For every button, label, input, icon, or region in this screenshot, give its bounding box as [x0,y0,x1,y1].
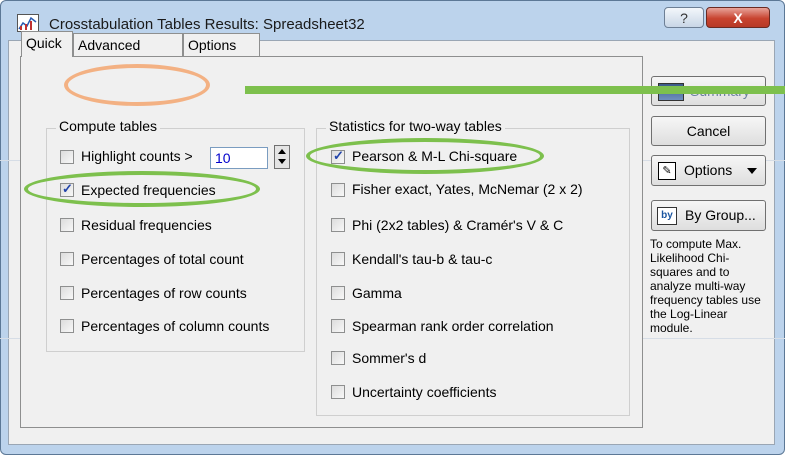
pct-total-label: Percentages of total count [81,251,244,267]
sommers-d-checkbox[interactable] [331,351,345,365]
by-group-button[interactable]: by By Group... [651,200,766,231]
tab-advanced[interactable]: Advanced [73,33,183,56]
fisher-exact-label: Fisher exact, Yates, McNemar (2 x 2) [352,181,583,197]
uncertainty-checkbox[interactable] [331,385,345,399]
fisher-exact-checkbox[interactable] [331,183,345,197]
options-button[interactable]: ✎ Options [651,155,766,186]
uncertainty-label: Uncertainty coefficients [352,384,497,400]
by-group-button-label: By Group... [685,207,756,223]
compute-tables-label: Compute tables [56,118,161,134]
tab-quick[interactable]: Quick [21,31,73,57]
spearman-label: Spearman rank order correlation [352,318,554,334]
pearson-highlight [306,138,544,174]
threshold-spinner[interactable] [274,145,290,169]
phi-cramer-label: Phi (2x2 tables) & Cramér's V & C [352,217,564,233]
pct-column-checkbox[interactable] [60,319,74,333]
spin-up-icon[interactable] [278,149,286,154]
statistics-label: Statistics for two-way tables [326,118,505,134]
cancel-button[interactable]: Cancel [651,116,766,146]
gamma-checkbox[interactable] [331,286,345,300]
phi-cramer-checkbox[interactable] [331,218,345,232]
spearman-checkbox[interactable] [331,319,345,333]
pct-row-checkbox[interactable] [60,286,74,300]
residual-frequencies-label: Residual frequencies [81,217,212,233]
help-button[interactable]: ? [664,7,704,28]
residual-frequencies-checkbox[interactable] [60,218,74,232]
kendall-tau-label: Kendall's tau-b & tau-c [352,251,493,267]
log-linear-note: To compute Max. Likelihood Chi-squares a… [650,237,761,335]
pct-row-label: Percentages of row counts [81,285,247,301]
options-button-label: Options [684,162,733,178]
window-title: Crosstabulation Tables Results: Spreadsh… [49,16,365,33]
spin-down-icon[interactable] [278,159,286,164]
pct-total-checkbox[interactable] [60,252,74,266]
close-button[interactable]: X [706,7,770,28]
tab-options[interactable]: Options [183,33,260,56]
gamma-label: Gamma [352,285,402,301]
kendall-tau-checkbox[interactable] [331,252,345,266]
pct-column-label: Percentages of column counts [81,318,270,334]
highlight-counts-label: Highlight counts > [81,148,193,164]
sommers-d-label: Sommer's d [352,350,427,366]
by-group-icon: by [657,207,677,225]
highlight-counts-checkbox[interactable] [60,150,74,164]
dropdown-arrow-icon [747,168,757,174]
options-icon: ✎ [658,162,676,180]
advanced-tab-highlight [64,64,210,106]
chart-app-icon [17,14,39,32]
green-pointer-bar [245,86,785,94]
highlight-threshold-input[interactable]: 10 [210,147,268,169]
expected-frequencies-highlight [24,171,260,207]
